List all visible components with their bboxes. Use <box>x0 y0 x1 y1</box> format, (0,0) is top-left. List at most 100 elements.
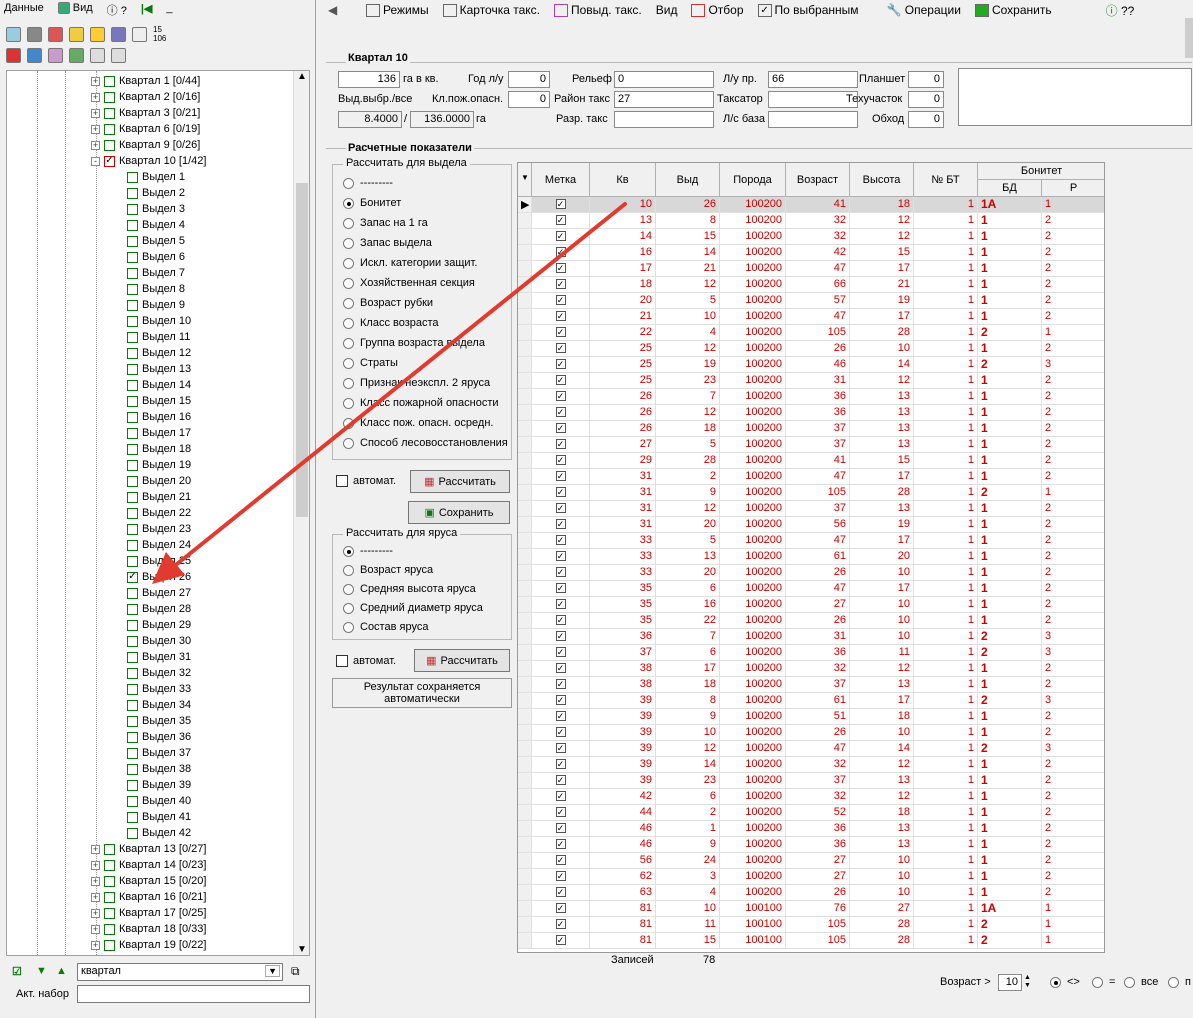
expand-icon[interactable]: + <box>91 876 100 886</box>
tag-icon[interactable] <box>6 48 21 63</box>
table-row[interactable]: ✓ 35 16 100200 27 10 1 1 2 <box>518 597 1104 613</box>
tree-vydel[interactable]: Выдел 25 <box>127 553 191 569</box>
table-cell[interactable]: 100200 <box>720 469 786 485</box>
table-cell[interactable]: 1 <box>656 821 720 837</box>
checkbox-icon[interactable] <box>127 699 138 711</box>
table-row[interactable]: ✓ 35 22 100200 26 10 1 1 2 <box>518 613 1104 629</box>
table-cell[interactable]: 100200 <box>720 533 786 549</box>
save-button[interactable]: ▣ Сохранить <box>408 501 510 524</box>
grid-icon[interactable] <box>48 26 63 42</box>
table-cell[interactable]: 19 <box>850 517 914 533</box>
calc-option[interactable]: Класс возраста <box>343 317 439 329</box>
checkbox-icon[interactable]: ✓ <box>555 295 566 305</box>
tree-quarter[interactable]: + Квартал 18 [0/33] <box>91 921 206 937</box>
table-cell[interactable]: 1А <box>978 197 1042 213</box>
checkbox-icon[interactable] <box>104 139 115 151</box>
calc-option[interactable]: --------- <box>343 545 393 557</box>
table-row[interactable]: ✓ 25 23 100200 31 12 1 1 2 <box>518 373 1104 389</box>
row-indicator[interactable] <box>518 629 532 645</box>
table-cell[interactable]: 10 <box>656 725 720 741</box>
auto-checkbox-2[interactable]: автомат. <box>336 655 396 667</box>
table-cell[interactable]: 21 <box>656 261 720 277</box>
row-indicator[interactable] <box>518 373 532 389</box>
table-cell[interactable]: 46 <box>590 821 656 837</box>
tree-vydel[interactable]: Выдел 20 <box>127 473 191 489</box>
table-row[interactable]: ✓ 27 5 100200 37 13 1 1 2 <box>518 437 1104 453</box>
table-cell[interactable]: 2 <box>978 693 1042 709</box>
checkbox-icon[interactable]: ✓ <box>555 487 566 497</box>
table-cell[interactable]: 36 <box>786 645 850 661</box>
expand-icon[interactable]: + <box>91 924 100 934</box>
checkbox-icon[interactable]: ✓ <box>555 855 566 865</box>
tree-icon[interactable] <box>6 26 21 42</box>
table-cell[interactable]: 2 <box>1042 293 1104 309</box>
table-cell[interactable]: 32 <box>786 213 850 229</box>
square-icon[interactable] <box>27 26 42 42</box>
table-cell[interactable]: 1 <box>1042 901 1104 917</box>
table-cell[interactable]: 11 <box>656 917 720 933</box>
tree-quarter[interactable]: + Квартал 9 [0/26] <box>91 137 200 153</box>
table-cell[interactable]: 14 <box>850 741 914 757</box>
checkbox-icon[interactable] <box>104 75 115 87</box>
row-indicator[interactable] <box>518 869 532 885</box>
table-cell[interactable]: 1 <box>978 501 1042 517</box>
table-cell[interactable]: 100200 <box>720 709 786 725</box>
taxator-field[interactable] <box>768 91 858 108</box>
checkbox-icon[interactable]: ✓ <box>555 535 566 545</box>
table-cell[interactable]: 1 <box>914 885 978 901</box>
table-cell[interactable]: 2 <box>1042 517 1104 533</box>
calc-option[interactable]: Состав яруса <box>343 621 428 633</box>
tree-scroll-thumb[interactable] <box>296 183 308 517</box>
row-mark-cell[interactable]: ✓ <box>532 293 590 309</box>
table-row[interactable]: ✓ 25 19 100200 46 14 1 2 3 <box>518 357 1104 373</box>
table-cell[interactable]: 12 <box>656 341 720 357</box>
table-cell[interactable]: 47 <box>786 533 850 549</box>
op-eq-radio[interactable]: = <box>1092 976 1115 988</box>
table-row[interactable]: ✓ 31 12 100200 37 13 1 1 2 <box>518 501 1104 517</box>
table-cell[interactable]: 1 <box>978 533 1042 549</box>
tree-vydel[interactable]: Выдел 8 <box>127 281 185 297</box>
table-cell[interactable]: 100200 <box>720 645 786 661</box>
checkbox-icon[interactable] <box>127 587 138 599</box>
table-cell[interactable]: 13 <box>850 821 914 837</box>
toolbar-save[interactable]: Сохранить <box>974 3 1052 18</box>
table-cell[interactable]: 26 <box>786 341 850 357</box>
row-mark-cell[interactable]: ✓ <box>532 629 590 645</box>
expand-icon[interactable]: + <box>91 140 100 150</box>
row-mark-cell[interactable]: ✓ <box>532 693 590 709</box>
table-cell[interactable]: 1 <box>978 405 1042 421</box>
table-cell[interactable]: 25 <box>590 341 656 357</box>
row-mark-cell[interactable]: ✓ <box>532 901 590 917</box>
checkbox-icon[interactable]: ✓ <box>555 247 566 257</box>
checkbox-icon[interactable]: ✓ <box>555 503 566 513</box>
checkbox-icon[interactable] <box>127 171 138 183</box>
table-cell[interactable]: 1 <box>978 453 1042 469</box>
checkbox-icon[interactable]: ✓ <box>555 839 566 849</box>
age-filter-field[interactable]: 10 <box>998 974 1022 991</box>
table-cell[interactable]: 4 <box>656 885 720 901</box>
table-cell[interactable]: 100200 <box>720 405 786 421</box>
expand-icon[interactable]: + <box>91 860 100 870</box>
table-row[interactable]: ✓ 16 14 100200 42 15 1 1 2 <box>518 245 1104 261</box>
tree-vydel[interactable]: Выдел 16 <box>127 409 191 425</box>
table-cell[interactable]: 1 <box>914 229 978 245</box>
table-cell[interactable]: 27 <box>786 597 850 613</box>
table-cell[interactable]: 100200 <box>720 789 786 805</box>
table-cell[interactable]: 1А <box>978 901 1042 917</box>
row-mark-cell[interactable]: ✓ <box>532 869 590 885</box>
table-cell[interactable]: 100200 <box>720 869 786 885</box>
menu-data[interactable]: Данные <box>4 2 44 16</box>
table-cell[interactable]: 2 <box>1042 341 1104 357</box>
table-cell[interactable]: 31 <box>590 501 656 517</box>
row-mark-cell[interactable]: ✓ <box>532 661 590 677</box>
toolbar-by-selected[interactable]: ✓ По выбранным <box>757 3 859 18</box>
table-cell[interactable]: 57 <box>786 293 850 309</box>
table-cell[interactable]: 100200 <box>720 757 786 773</box>
checkbox-icon[interactable] <box>127 251 138 263</box>
checkbox-icon[interactable]: ✓ <box>555 823 566 833</box>
arrow-down-icon[interactable]: ▼ <box>36 965 47 977</box>
table-cell[interactable]: 28 <box>656 453 720 469</box>
checkbox-icon[interactable] <box>127 795 138 807</box>
checkbox-icon[interactable]: ✓ <box>555 231 566 241</box>
checkbox-icon[interactable] <box>127 635 138 647</box>
